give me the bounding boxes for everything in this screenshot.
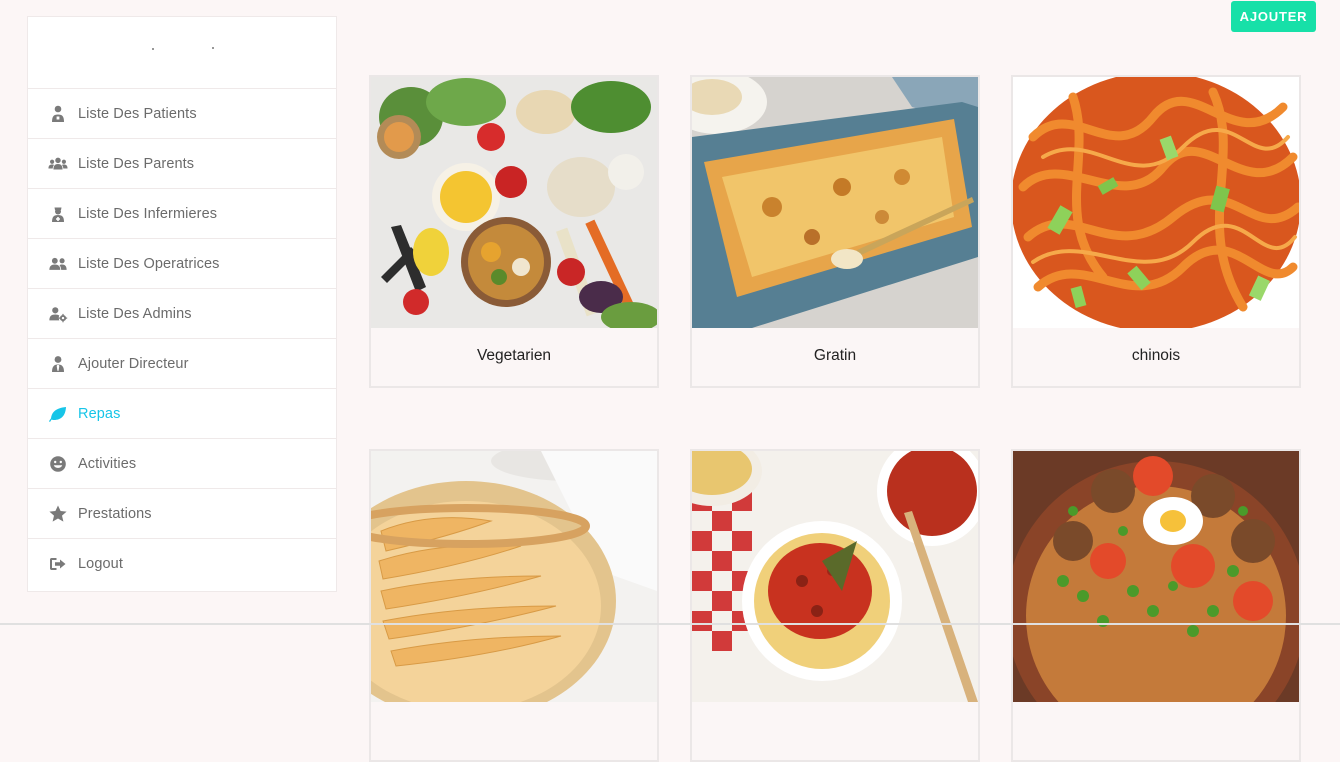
- sidebar-item-logout[interactable]: Logout: [28, 539, 336, 589]
- sidebar-item-activities[interactable]: Activities: [28, 439, 336, 489]
- star-icon: [47, 503, 69, 525]
- meal-card[interactable]: [369, 449, 659, 762]
- sidebar-item-label: Liste Des Operatrices: [78, 255, 220, 272]
- meal-image: [371, 451, 657, 702]
- meal-title: chinois: [1131, 347, 1181, 364]
- users-icon: [47, 153, 69, 175]
- meal-image: [692, 451, 978, 702]
- sidebar-item-label: Liste Des Infermieres: [78, 205, 218, 222]
- nurse-icon: [47, 203, 69, 225]
- sidebar-item-label: Repas: [78, 405, 121, 422]
- logo-mark: [212, 47, 214, 49]
- meal-card[interactable]: [1011, 449, 1301, 762]
- smile-icon: [47, 453, 69, 475]
- patient-icon: [47, 103, 69, 125]
- meal-title: Vegetarien: [476, 347, 552, 364]
- meal-card[interactable]: Gratin: [690, 75, 980, 388]
- meal-card[interactable]: chinois: [1011, 75, 1301, 388]
- sidebar-item-repas[interactable]: Repas: [28, 389, 336, 439]
- sidebar-item-label: Prestations: [78, 505, 152, 522]
- meal-image: [371, 77, 657, 328]
- sidebar-item-label: Logout: [78, 556, 123, 572]
- add-meal-button[interactable]: AJOUTER: [1231, 1, 1316, 32]
- user-tie-icon: [47, 353, 69, 375]
- meal-card[interactable]: Vegetarien: [369, 75, 659, 388]
- sidebar-item-label: Liste Des Patients: [78, 105, 197, 122]
- sidebar-item-label: Activities: [78, 455, 137, 472]
- sidebar-item-infermieres[interactable]: Liste Des Infermieres: [28, 189, 336, 239]
- meal-image: [1013, 77, 1299, 328]
- sidebar-item-parents[interactable]: Liste Des Parents: [28, 139, 336, 189]
- user-cog-icon: [47, 303, 69, 325]
- meal-image: [1013, 451, 1299, 702]
- meal-card[interactable]: [690, 449, 980, 762]
- user-friends-icon: [47, 253, 69, 275]
- sign-out-icon: [47, 553, 69, 575]
- sidebar-item-label: Liste Des Parents: [78, 155, 195, 172]
- logo-mark: [152, 48, 154, 50]
- logo-area: [28, 17, 336, 89]
- meal-title: Gratin: [813, 347, 857, 364]
- sidebar-item-label: Liste Des Admins: [78, 305, 192, 322]
- leaf-icon: [47, 403, 69, 425]
- meal-image: [692, 77, 978, 328]
- sidebar-item-prestations[interactable]: Prestations: [28, 489, 336, 539]
- sidebar-item-patients[interactable]: Liste Des Patients: [28, 89, 336, 139]
- sidebar-item-admins[interactable]: Liste Des Admins: [28, 289, 336, 339]
- sidebar-item-directeur[interactable]: Ajouter Directeur: [28, 339, 336, 389]
- sidebar: Liste Des Patients Liste Des Parents Lis…: [27, 16, 337, 592]
- sidebar-item-label: Ajouter Directeur: [78, 355, 189, 372]
- sidebar-item-operatrices[interactable]: Liste Des Operatrices: [28, 239, 336, 289]
